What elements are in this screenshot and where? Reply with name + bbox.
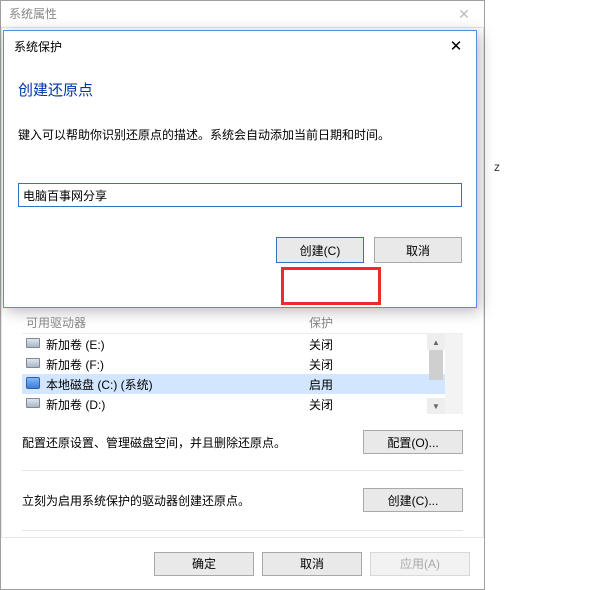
create-button[interactable]: 创建(C)... [363, 488, 463, 512]
drive-status: 关闭 [309, 396, 441, 413]
close-icon[interactable]: ✕ [436, 31, 476, 61]
modal-title: 系统保护 [14, 38, 62, 55]
scroll-thumb[interactable] [429, 350, 443, 380]
drive-row[interactable]: 新加卷 (F:) 关闭 [22, 354, 445, 374]
drive-name: 新加卷 (F:) [46, 356, 104, 373]
modal-create-button[interactable]: 创建(C) [276, 237, 364, 263]
modal-body: 创建还原点 键入可以帮助你识别还原点的描述。系统会自动添加当前日期和时间。 创建… [4, 79, 476, 263]
modal-description: 键入可以帮助你识别还原点的描述。系统会自动添加当前日期和时间。 [18, 126, 462, 143]
apply-button[interactable]: 应用(A) [370, 552, 470, 576]
separator [22, 470, 463, 471]
drive-name: 新加卷 (E:) [46, 336, 105, 353]
restore-point-name-input[interactable] [18, 183, 462, 207]
drive-name: 新加卷 (D:) [46, 396, 105, 413]
drive-header-name: 可用驱动器 [26, 314, 309, 331]
modal-titlebar: 系统保护 ✕ [4, 31, 476, 61]
drive-row[interactable]: 本地磁盘 (C:) (系统) 启用 [22, 374, 445, 394]
scroll-up-icon[interactable]: ▲ [427, 334, 445, 350]
drive-list: 新加卷 (E:) 关闭 新加卷 (F:) 关闭 本地磁盘 (C:) (系统) 启… [22, 334, 463, 414]
drive-icon [26, 357, 42, 371]
drive-header-status: 保护 [309, 314, 459, 331]
drive-status: 关闭 [309, 336, 441, 353]
drive-name: 本地磁盘 (C:) (系统) [46, 376, 153, 393]
dialog-button-bar: 确定 取消 应用(A) [1, 537, 484, 589]
separator [22, 530, 463, 531]
drive-icon [26, 337, 42, 351]
drive-row[interactable]: 新加卷 (D:) 关闭 [22, 394, 445, 414]
highlight-frame [281, 267, 381, 305]
modal-heading: 创建还原点 [18, 79, 462, 100]
modal-cancel-button[interactable]: 取消 [374, 237, 462, 263]
system-drive-icon [26, 377, 42, 391]
drive-status: 关闭 [309, 356, 441, 373]
modal-button-bar: 创建(C) 取消 [18, 237, 462, 263]
configure-row: 配置还原设置、管理磁盘空间，并且删除还原点。 配置(O)... [22, 430, 463, 454]
parent-titlebar: 系统属性 ✕ [1, 1, 484, 27]
create-restore-point-dialog: 系统保护 ✕ 创建还原点 键入可以帮助你识别还原点的描述。系统会自动添加当前日期… [3, 30, 477, 308]
scroll-down-icon[interactable]: ▼ [427, 398, 445, 414]
create-row: 立刻为启用系统保护的驱动器创建还原点。 创建(C)... [22, 488, 463, 512]
configure-button[interactable]: 配置(O)... [363, 430, 463, 454]
drive-icon [26, 397, 42, 411]
drive-table-header: 可用驱动器 保护 [22, 314, 463, 334]
create-text: 立刻为启用系统保护的驱动器创建还原点。 [22, 492, 363, 509]
ok-button[interactable]: 确定 [154, 552, 254, 576]
parent-close-icon[interactable]: ✕ [444, 1, 484, 27]
drive-row[interactable]: 新加卷 (E:) 关闭 [22, 334, 445, 354]
drive-table: 可用驱动器 保护 新加卷 (E:) 关闭 新加卷 (F:) 关闭 本地磁盘 (C… [22, 314, 463, 414]
parent-window-title: 系统属性 [9, 7, 57, 21]
cancel-button[interactable]: 取消 [262, 552, 362, 576]
drive-status: 启用 [309, 376, 441, 393]
configure-text: 配置还原设置、管理磁盘空间，并且删除还原点。 [22, 434, 363, 451]
bg-char: z [494, 160, 500, 174]
